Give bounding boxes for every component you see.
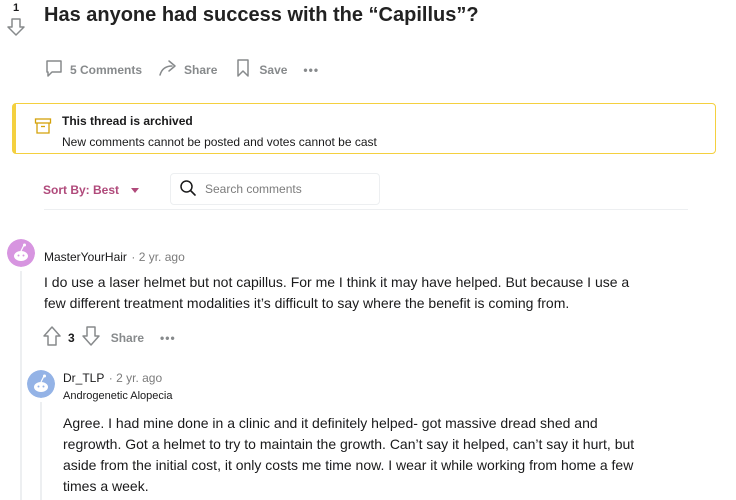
comment-time: · 2 yr. ago <box>108 371 163 385</box>
comment-body: I do use a laser helmet but not capillus… <box>44 272 629 314</box>
comment-line: I do use a laser helmet but not capillus… <box>44 274 630 290</box>
comment-header: MasterYourHair · 2 yr. ago <box>44 248 185 266</box>
user-flair: Androgenetic Alopecia <box>63 390 173 402</box>
search-comments-field[interactable]: Search comments <box>170 173 380 205</box>
post-vote-count: 1 <box>12 2 20 14</box>
comment-line: Agree. I had mine done in a clinic and i… <box>63 415 598 431</box>
bookmark-icon <box>233 58 259 81</box>
avatar[interactable] <box>27 370 55 398</box>
archived-banner: This thread is archived New comments can… <box>12 103 716 154</box>
comments-label: 5 Comments <box>70 62 143 77</box>
comment-line: aside from the initial cost, it only cos… <box>63 457 634 473</box>
comment-vote-count: 3 <box>68 330 75 345</box>
save-button[interactable]: Save <box>233 58 287 81</box>
search-icon <box>171 179 205 200</box>
divider <box>44 209 688 210</box>
upvote-icon[interactable] <box>42 325 62 350</box>
comment-more-button[interactable]: ••• <box>160 331 176 345</box>
comment-author[interactable]: Dr_TLP <box>63 371 104 385</box>
thread-line[interactable] <box>40 402 42 500</box>
caret-down-icon <box>131 187 140 193</box>
comment-header: Dr_TLP · 2 yr. ago <box>63 369 162 387</box>
comment-share-button[interactable]: Share <box>111 331 144 345</box>
comment-actions: 3 Share ••• <box>42 325 176 350</box>
post-vote-column: 1 <box>6 2 26 42</box>
sort-label: Sort By: Best <box>43 183 120 197</box>
archive-icon <box>34 117 52 140</box>
more-icon: ••• <box>303 62 320 77</box>
comment-line: few different treatment modalities it’s … <box>44 295 570 311</box>
comment-line: regrowth. Got a helmet to try to maintai… <box>63 436 635 452</box>
save-label: Save <box>259 62 288 77</box>
comment-body: Agree. I had mine done in a clinic and i… <box>63 413 634 497</box>
archived-subtitle: New comments cannot be posted and votes … <box>62 135 377 149</box>
comment-icon <box>44 58 70 81</box>
thread-line[interactable] <box>20 271 22 500</box>
share-icon <box>158 58 184 81</box>
share-label: Share <box>184 62 218 77</box>
share-button[interactable]: Share <box>158 58 217 81</box>
comments-button[interactable]: 5 Comments <box>44 58 142 81</box>
comment-author[interactable]: MasterYourHair <box>44 250 127 264</box>
post-title: Has anyone had success with the “Capillu… <box>44 4 479 26</box>
avatar[interactable] <box>7 239 35 267</box>
downvote-icon[interactable] <box>6 17 26 42</box>
comment-time: · 2 yr. ago <box>131 250 185 264</box>
archived-title: This thread is archived <box>62 114 193 128</box>
comment-line: times a week. <box>63 478 149 494</box>
downvote-icon[interactable] <box>81 325 101 350</box>
more-options-button[interactable]: ••• <box>303 63 319 77</box>
post-actions: 5 Comments Share Save ••• <box>44 58 335 81</box>
search-placeholder: Search comments <box>205 182 302 196</box>
sort-dropdown[interactable]: Sort By: Best <box>43 183 140 197</box>
